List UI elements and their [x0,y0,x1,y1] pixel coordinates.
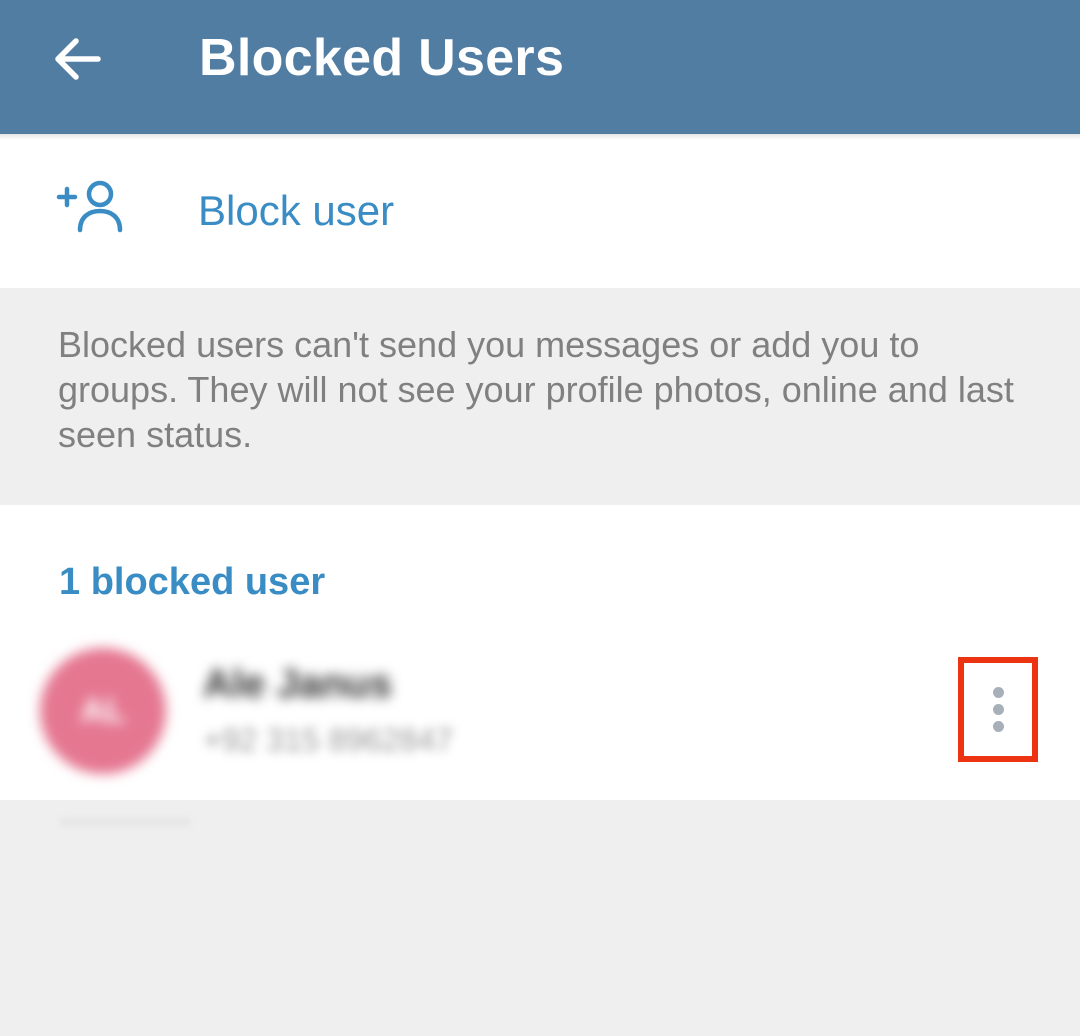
page-title: Blocked Users [199,29,565,87]
blocked-user-name: Ale Janus [203,662,392,706]
add-user-icon [56,180,123,233]
app-toolbar: Blocked Users [0,0,1080,134]
block-user-button[interactable] [0,134,1080,288]
more-vertical-icon-dot-2 [992,704,1004,715]
blocked-info-text: Blocked users can't send you messages or… [58,324,1014,455]
more-vertical-icon [992,687,1004,698]
toolbar-shadow [0,134,1080,140]
divider [60,818,190,826]
back-button[interactable] [40,22,114,96]
blocked-count-header: 1 blocked user [59,561,326,603]
block-user-label: Block user [198,187,395,234]
arrow-left-icon [55,38,101,80]
avatar-initials: AL [80,691,126,730]
more-options-button[interactable] [958,657,1038,762]
blocked-users-screen: Blocked Users Block user Blocked users c… [0,0,1080,1036]
avatar: AL [40,648,166,774]
more-vertical-icon-dot-3 [992,721,1004,732]
blocked-user-phone: +92 315 8962847 [203,722,454,758]
